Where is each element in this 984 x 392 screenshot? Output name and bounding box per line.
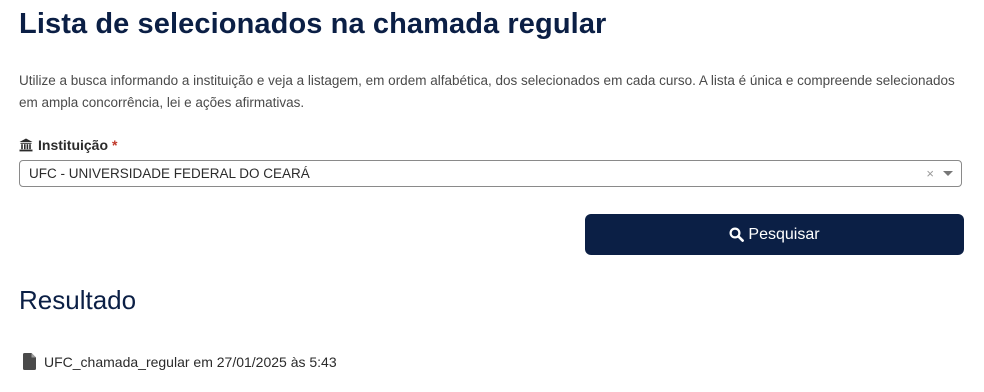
- document-icon: [23, 353, 36, 370]
- result-file-label: UFC_chamada_regular em 27/01/2025 às 5:4…: [44, 353, 337, 370]
- result-file-link[interactable]: UFC_chamada_regular em 27/01/2025 às 5:4…: [23, 353, 337, 370]
- caret-down-icon[interactable]: [943, 171, 953, 176]
- institution-select-value: UFC - UNIVERSIDADE FEDERAL DO CEARÁ: [29, 166, 310, 181]
- required-mark: *: [112, 137, 118, 153]
- result-heading: Resultado: [19, 285, 137, 315]
- institution-label: Instituição: [38, 137, 109, 153]
- institution-field-label: Instituição *: [19, 137, 117, 153]
- close-icon[interactable]: ×: [926, 167, 934, 180]
- bank-icon: [19, 138, 33, 152]
- search-button[interactable]: Pesquisar: [585, 214, 964, 255]
- search-icon: [729, 227, 745, 242]
- institution-select[interactable]: UFC - UNIVERSIDADE FEDERAL DO CEARÁ ×: [19, 160, 962, 187]
- intro-text: Utilize a busca informando a instituição…: [19, 73, 955, 110]
- search-button-label: Pesquisar: [748, 225, 820, 243]
- page-title: Lista de selecionados na chamada regular: [19, 8, 607, 40]
- page: Lista de selecionados na chamada regular…: [0, 0, 984, 392]
